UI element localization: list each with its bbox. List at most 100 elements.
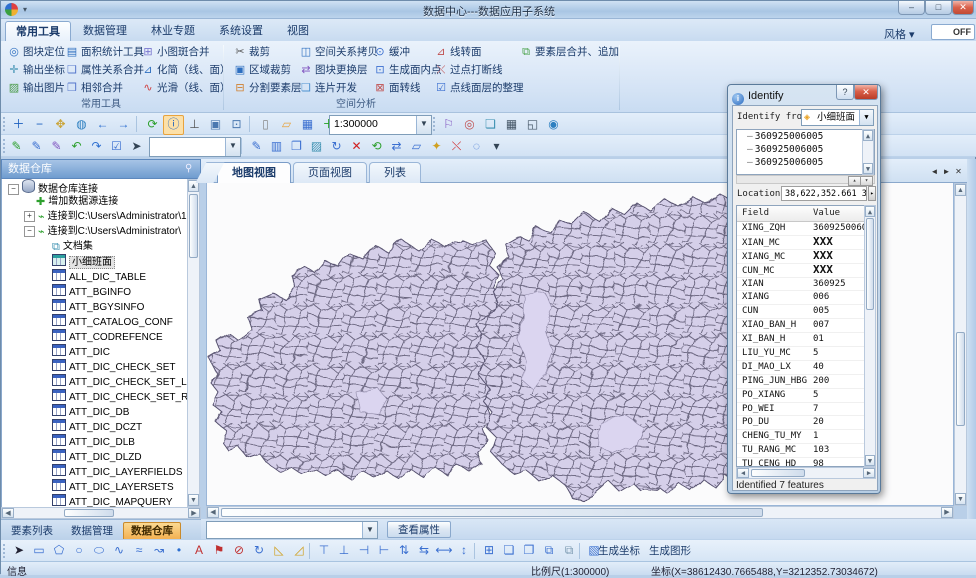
reshape-icon[interactable]: ▱	[406, 137, 427, 157]
quick-edit-icon[interactable]: ✎	[46, 137, 67, 157]
tree-item-att_codrefence[interactable]: ATT_CODREFENCE	[2, 329, 187, 344]
snap-icon[interactable]: ⊥	[184, 115, 205, 135]
select-window-icon[interactable]: ▣	[205, 115, 226, 135]
draw-curve-icon[interactable]: ≈	[129, 542, 149, 560]
tree-hscroll-thumb[interactable]	[64, 509, 114, 517]
tree-item-att_dic_mapquery[interactable]: ATT_DIC_MAPQUERY	[2, 494, 187, 507]
attribute-row[interactable]: XIAN_MCXXX	[737, 236, 875, 250]
feature-list-scrollbar[interactable]: ▲ ▼	[862, 129, 874, 175]
attribute-row[interactable]: LIU_YU_MC5	[737, 347, 875, 361]
tree-item-att_dic[interactable]: ATT_DIC	[2, 344, 187, 359]
tree-item-att_dic_check_set_limit[interactable]: ATT_DIC_CHECK_SET_LIMIT	[2, 374, 187, 389]
draw-ellipse-icon[interactable]: ⬭	[89, 542, 109, 560]
map-vscroll-thumb[interactable]	[956, 332, 965, 426]
ribbon-button-patch-merge[interactable]: ⊞小图斑合并	[141, 44, 210, 61]
disable-draw-icon[interactable]: ⊘	[229, 542, 249, 560]
zoom-in-icon[interactable]: ＋	[8, 115, 29, 135]
tree-item-cusersadministrator[interactable]: −⌁连接到C:\Users\Administrator\	[2, 224, 187, 239]
overview-window-icon[interactable]: ⊡	[226, 115, 247, 135]
chevron-down-icon[interactable]: ▼	[225, 138, 240, 156]
align-right-icon[interactable]: ⊢	[374, 542, 394, 560]
undo-icon[interactable]: ↶	[66, 137, 87, 157]
collapse-all-button[interactable]: ▾	[860, 176, 873, 186]
attribute-row[interactable]: PO_DU20	[737, 416, 875, 430]
scroll-left-icon[interactable]: ◀	[2, 508, 14, 518]
tree-item-att_catalog_conf[interactable]: ATT_CATALOG_CONF	[2, 314, 187, 329]
ribbon-button-block-change-layer[interactable]: ⇄图块更换层	[299, 62, 368, 79]
expand-icon[interactable]: +	[24, 211, 35, 222]
new-doc-icon[interactable]: ▯	[255, 115, 276, 135]
ribbon-button-simplify-line-poly[interactable]: ⊿化简（线、面）	[141, 62, 231, 79]
location-expand-button[interactable]: ▸	[868, 186, 876, 201]
toolbar-grip[interactable]	[3, 544, 8, 558]
group-shapes-icon[interactable]: ⧉	[539, 542, 559, 560]
scale-combo[interactable]: 1:300000▼	[329, 115, 432, 135]
ribbon-tab-0[interactable]: 常用工具	[5, 21, 71, 41]
grid-vertical-scrollbar[interactable]: ▲ ▼	[864, 205, 876, 467]
align-top-icon[interactable]: ⊤	[314, 542, 334, 560]
close-button[interactable]: ✕	[952, 1, 974, 15]
attribute-row[interactable]: DI_MAO_LX40	[737, 361, 875, 375]
attribute-grid[interactable]: FieldValue XING_ZQH360925006005XIAN_MCXX…	[736, 205, 876, 467]
scroll-right-icon[interactable]: ▶	[188, 508, 200, 518]
edit-pointer-icon[interactable]: ➤	[126, 137, 147, 157]
draw-rect-icon[interactable]: ▭	[29, 542, 49, 560]
sketch-icon[interactable]: ✎	[246, 137, 267, 157]
scroll-left-icon[interactable]: ◀	[207, 507, 219, 518]
ribbon-button-clip[interactable]: ✂裁剪	[233, 44, 270, 61]
view-tab-2[interactable]: 列表	[369, 162, 421, 184]
chevron-down-icon[interactable]: ▼	[859, 110, 873, 125]
scroll-up-icon[interactable]: ▲	[863, 130, 873, 141]
chevron-down-icon[interactable]: ▼	[416, 116, 431, 134]
draw-polygon-icon[interactable]: ⬠	[49, 542, 69, 560]
identify-from-combo[interactable]: ◈ 小细班面 ▼	[801, 109, 874, 126]
ungroup-shapes-icon[interactable]: ⧉	[559, 542, 579, 560]
identified-feature[interactable]: 360925006005	[737, 130, 874, 143]
attribute-row[interactable]: XIANG006	[737, 291, 875, 305]
ribbon-button-block-locate[interactable]: ◎图块定位	[7, 44, 65, 61]
maximize-button[interactable]: □	[925, 1, 952, 15]
view-attributes-button[interactable]: 查看属性	[387, 521, 451, 538]
pan-icon[interactable]: ✥	[50, 115, 71, 135]
select-check-icon[interactable]: ☑	[106, 137, 127, 157]
ribbon-button-export-coords[interactable]: ✛输出坐标	[7, 62, 65, 79]
attribute-row[interactable]: TU_CENG_HD98	[737, 458, 875, 467]
select-flag-icon[interactable]: ⚐	[438, 115, 459, 135]
angle-left-icon[interactable]: ◺	[269, 542, 289, 560]
rotate-shape-icon[interactable]: ↻	[249, 542, 269, 560]
scroll-down-icon[interactable]: ▼	[863, 163, 873, 174]
save-edit-icon[interactable]: ✎	[26, 137, 47, 157]
map-vertical-scrollbar[interactable]: ▲ ▼	[954, 183, 967, 506]
scroll-right-icon[interactable]: ▶	[941, 507, 953, 518]
identified-feature-list[interactable]: 360925006005360925006005360925006005	[736, 129, 875, 175]
align-bottom-icon[interactable]: ⊥	[334, 542, 354, 560]
bring-front-icon[interactable]: ❏	[499, 542, 519, 560]
dialog-help-button[interactable]: ?	[836, 85, 854, 100]
scroll-left-icon[interactable]: ◀	[737, 468, 749, 478]
draw-text-icon[interactable]: A	[189, 542, 209, 560]
ribbon-button-buffer[interactable]: ⊙缓冲	[373, 44, 410, 61]
ribbon-button-layer-merge-append[interactable]: ⧉要素层合并、追加	[519, 44, 619, 61]
ribbon-tab-2[interactable]: 林业专题	[141, 21, 205, 41]
search-features-icon[interactable]: ◉	[543, 115, 564, 135]
tree-item-all_dic_table[interactable]: ALL_DIC_TABLE	[2, 269, 187, 284]
attribute-row[interactable]: XIANG_MCXXX	[737, 250, 875, 264]
grid-horizontal-scrollbar[interactable]: ◀ ▶	[736, 467, 876, 479]
fit-shape-icon[interactable]: ⊞	[479, 542, 499, 560]
start-edit-icon[interactable]: ✎	[6, 137, 27, 157]
layer-grid-icon[interactable]: ▦	[501, 115, 522, 135]
tree-item-node-4[interactable]: ⧉文档集	[2, 239, 187, 254]
minimize-button[interactable]: –	[898, 1, 925, 15]
scroll-down-icon[interactable]: ▼	[955, 493, 966, 505]
tree-item-node-5[interactable]: 小细班面	[2, 254, 187, 269]
ribbon-button-region-clip[interactable]: ▣区域裁剪	[233, 62, 291, 79]
feature-template-combo[interactable]: ▼	[149, 137, 241, 157]
prev-view-icon[interactable]: ←	[92, 115, 113, 135]
full-extent-icon[interactable]: ◍	[71, 115, 92, 135]
save-doc-icon[interactable]: ▦	[297, 115, 318, 135]
open-doc-icon[interactable]: ▱	[276, 115, 297, 135]
zoom-selected-icon[interactable]: ◎	[459, 115, 480, 135]
attribute-row[interactable]: XING_ZQH360925006005	[737, 222, 875, 236]
attribute-row[interactable]: XIAO_BAN_H007	[737, 319, 875, 333]
tab-close-icon[interactable]: ✕	[953, 166, 964, 177]
